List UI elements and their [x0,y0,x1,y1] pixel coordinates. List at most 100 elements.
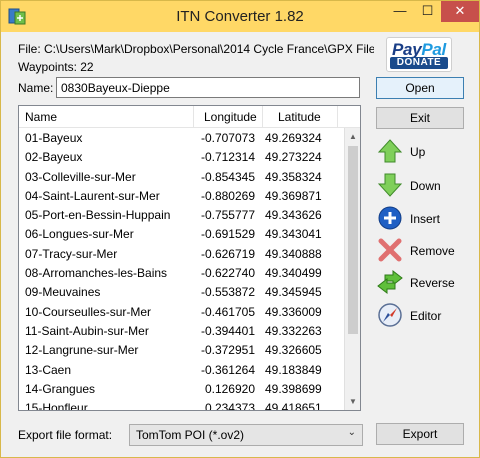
cell-latitude: 49.332263 [265,323,322,338]
name-label: Name: [18,81,54,95]
exit-button[interactable]: Exit [376,107,464,129]
cell-name: 01-Bayeux [25,131,83,145]
list-row[interactable]: 14-Grangues 0.126920 49.398699 [19,379,343,398]
list-row[interactable]: 12-Langrune-sur-Mer -0.372951 49.326605 [19,340,343,359]
name-input[interactable] [56,77,360,98]
list-header: Name Longitude Latitude [19,106,360,128]
move-up-label: Up [410,145,426,159]
cell-latitude: 49.343626 [265,208,322,223]
cell-name: 12-Langrune-sur-Mer [25,343,139,358]
cell-latitude: 49.273224 [265,150,322,165]
column-separator [337,106,338,128]
red-x-icon [378,238,402,262]
list-row[interactable]: 11-Saint-Aubin-sur-Mer -0.394401 49.332263 [19,321,343,340]
list-row[interactable]: 05-Port-en-Bessin-Huppain -0.755777 49.343… [19,205,343,224]
minimize-button[interactable]: — [386,1,414,22]
maximize-button[interactable]: ☐ [414,1,441,22]
list-row[interactable]: 06-Longues-sur-Mer -0.691529 49.343041 [19,224,343,243]
cell-longitude: -0.626719 [200,246,255,261]
open-button[interactable]: Open [376,77,464,99]
insert-button[interactable]: Insert [377,205,467,233]
export-format-value: TomTom POI (*.ov2) [136,428,245,442]
cell-name: 13-Caen [25,362,72,377]
editor-button[interactable]: Editor [377,302,467,330]
list-row[interactable]: 15-Honfleur 0.234373 49.418651 [19,398,343,411]
close-button[interactable]: ✕ [441,1,479,22]
cell-latitude: 49.369871 [265,188,322,203]
column-separator [193,106,194,128]
cell-longitude: -0.553872 [200,285,255,300]
insert-label: Insert [410,212,441,226]
cell-name: 14-Grangues [25,381,96,396]
cell-name: 15-Honfleur [25,401,88,411]
vertical-scrollbar[interactable]: ▲ ▼ [344,128,360,410]
cell-latitude: 49.336009 [265,304,322,319]
chevron-down-icon: ⌄ [347,427,356,438]
cell-name: 03-Colleville-sur-Mer [25,169,136,184]
editor-label: Editor [410,309,442,323]
cell-longitude: -0.712314 [200,150,255,165]
cell-longitude: 0.126920 [204,381,255,396]
paypal-donate-button[interactable]: PayPal DONATE [386,37,452,72]
column-header-latitude[interactable]: Latitude [278,110,321,124]
move-up-button[interactable]: Up [377,138,467,166]
up-arrow-icon [377,139,403,163]
cell-longitude: -0.755777 [200,208,255,223]
app-window: ITN Converter 1.82 — ☐ ✕ File: C:\Users\… [0,0,480,458]
cell-longitude: -0.461705 [200,304,255,319]
cell-latitude: 49.418651 [265,401,322,411]
list-row[interactable]: 13-Caen -0.361264 49.183849 [19,360,343,379]
cell-name: 04-Saint-Laurent-sur-Mer [25,188,160,203]
cell-longitude: -0.854345 [200,169,255,184]
cell-name: 06-Longues-sur-Mer [25,227,134,242]
cell-longitude: -0.691529 [200,227,255,242]
list-row[interactable]: 04-Saint-Laurent-sur-Mer -0.880269 49.3698… [19,186,343,205]
reverse-label: Reverse [410,276,455,290]
export-button[interactable]: Export [376,423,464,445]
remove-button[interactable]: Remove [377,237,467,265]
column-header-longitude[interactable]: Longitude [204,110,257,124]
move-down-button[interactable]: Down [377,172,467,200]
export-format-label: Export file format: [18,428,113,442]
cell-name: 10-Courseulles-sur-Mer [25,304,152,319]
cell-longitude: -0.880269 [200,188,255,203]
export-format-select[interactable]: TomTom POI (*.ov2) ⌄ [129,424,363,446]
list-rows: 01-Bayeux -0.707073 49.269324 02-Bayeux -0.7… [19,128,343,411]
cell-latitude: 49.326605 [265,343,322,358]
list-row[interactable]: 10-Courseulles-sur-Mer -0.461705 49.336009 [19,302,343,321]
cell-longitude: -0.707073 [200,131,255,145]
cell-name: 09-Meuvaines [25,285,101,300]
cell-name: 11-Saint-Aubin-sur-Mer [25,323,149,338]
cell-name: 02-Bayeux [25,150,83,165]
plus-circle-icon [378,206,402,230]
move-down-label: Down [410,179,441,193]
list-row[interactable]: 01-Bayeux -0.707073 49.269324 [19,128,343,147]
list-row[interactable]: 03-Colleville-sur-Mer -0.854345 49.358324 [19,167,343,186]
scroll-down-arrow-icon[interactable]: ▼ [345,393,360,410]
list-row[interactable]: 07-Tracy-sur-Mer -0.626719 49.340888 [19,244,343,263]
down-arrow-icon [377,173,403,197]
waypoint-list[interactable]: Name Longitude Latitude 01-Bayeux -0.7070… [18,105,361,411]
waypoints-count-label: Waypoints: 22 [18,60,94,74]
list-row[interactable]: 08-Arromanches-les-Bains -0.622740 49.3404… [19,263,343,282]
cell-latitude: 49.183849 [265,362,322,377]
cell-latitude: 49.269324 [265,131,322,145]
cell-name: 07-Tracy-sur-Mer [25,246,118,261]
reverse-arrows-icon [377,269,403,295]
cell-name: 08-Arromanches-les-Bains [25,266,168,281]
list-row[interactable]: 02-Bayeux -0.712314 49.273224 [19,147,343,166]
column-separator [262,106,263,128]
cell-latitude: 49.358324 [265,169,322,184]
scroll-up-arrow-icon[interactable]: ▲ [345,128,360,145]
cell-longitude: 0.234373 [204,401,255,411]
cell-longitude: -0.372951 [200,343,255,358]
title-bar[interactable]: ITN Converter 1.82 — ☐ ✕ [1,1,479,32]
file-path-label: File: C:\Users\Mark\Dropbox\Personal\201… [18,42,374,56]
scrollbar-thumb[interactable] [348,146,358,334]
cell-latitude: 49.340888 [265,246,322,261]
column-header-name[interactable]: Name [25,110,57,124]
reverse-button[interactable]: Reverse [377,269,467,297]
remove-label: Remove [410,244,455,258]
list-row[interactable]: 09-Meuvaines -0.553872 49.345945 [19,282,343,301]
cell-longitude: -0.622740 [200,266,255,281]
